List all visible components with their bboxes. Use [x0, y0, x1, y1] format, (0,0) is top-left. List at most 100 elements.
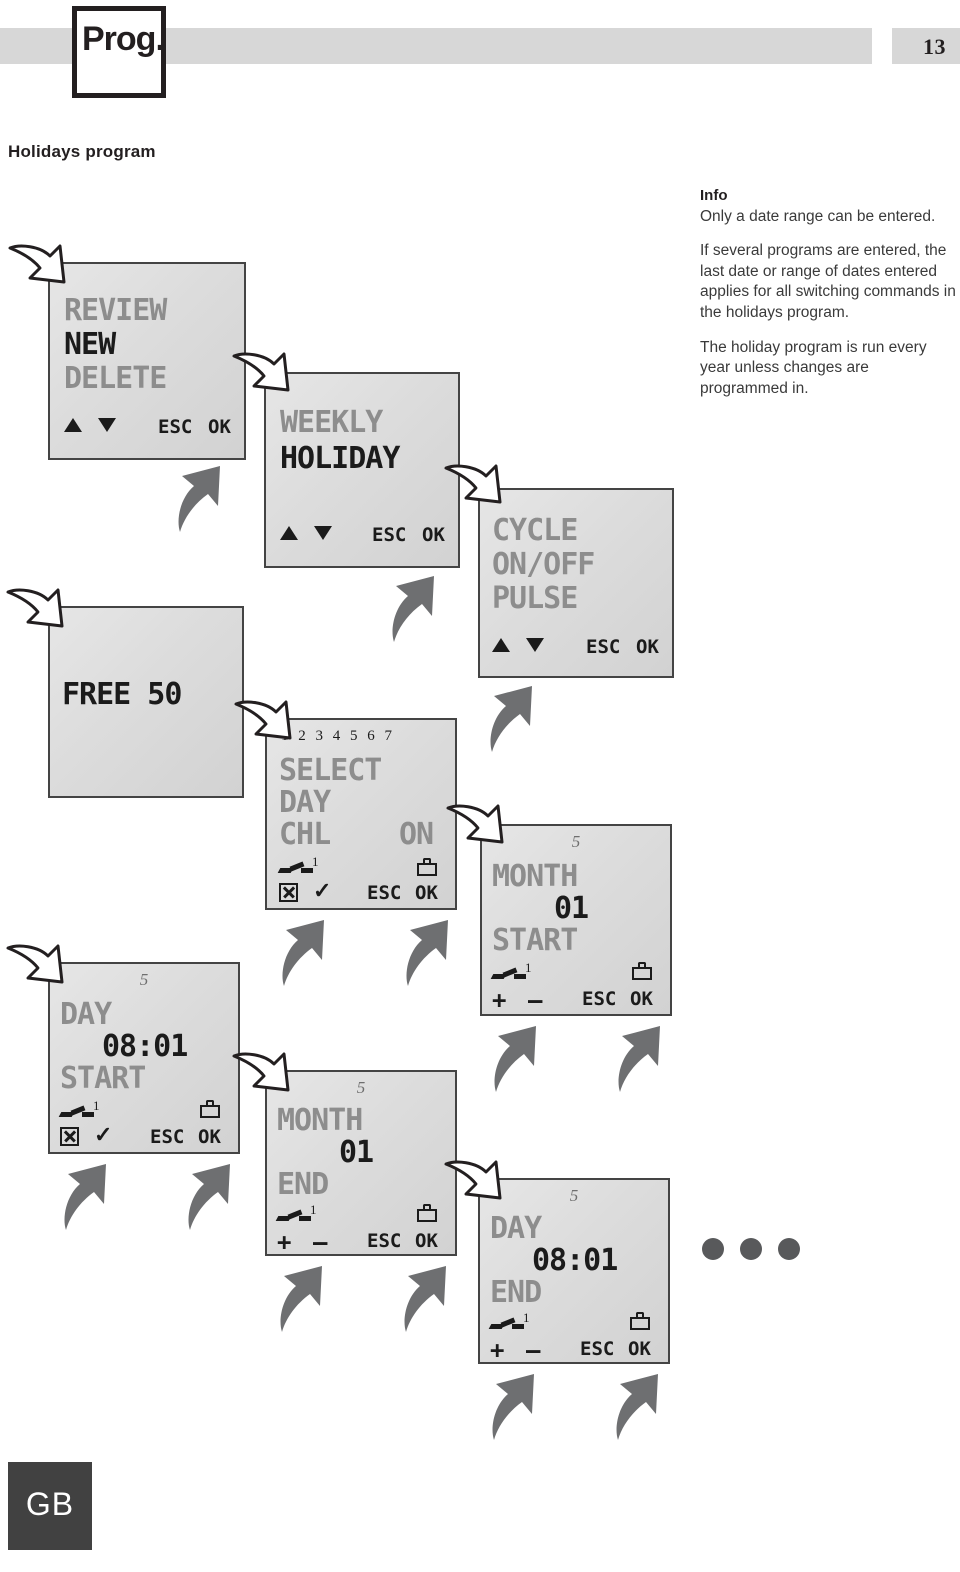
flow-arrow-free-memory-to-select-day	[232, 698, 304, 762]
end-label: END	[277, 1167, 329, 1202]
relay-channel-icon: 1	[490, 960, 532, 980]
day-time-value: 08:01	[102, 1029, 188, 1064]
press-arrow-day-start-confirm	[56, 1160, 120, 1232]
down-arrow-icon[interactable]	[98, 418, 116, 432]
lcd-screen-day-start[interactable]: 5 DAY 08:01 START 1 ✓ ESC OK	[48, 962, 240, 1154]
page-title: Holidays program	[8, 142, 156, 161]
month-value: 01	[339, 1135, 374, 1170]
ok-label[interactable]: OK	[630, 988, 653, 1010]
continuation-dots	[702, 1238, 802, 1262]
ok-label[interactable]: OK	[628, 1338, 651, 1360]
start-label: START	[492, 923, 578, 958]
ok-label[interactable]: OK	[422, 524, 445, 546]
menu-line-delete: DELETE	[64, 361, 167, 396]
press-arrow-switch-type-ok	[482, 682, 546, 754]
dot-3	[778, 1238, 800, 1260]
flow-arrow-month-end-to-day-end	[442, 1158, 514, 1222]
plus-button[interactable]: +	[492, 986, 506, 1014]
dot-2	[740, 1238, 762, 1260]
flow-arrow-day-start-to-month-end	[230, 1050, 302, 1114]
info-panel: Info Only a date range can be entered. I…	[700, 186, 958, 413]
ok-label[interactable]: OK	[198, 1126, 221, 1148]
day-time-value: 08:01	[532, 1243, 618, 1278]
esc-label[interactable]: ESC	[367, 1230, 401, 1252]
language-badge-label: GB	[25, 1486, 75, 1522]
up-arrow-icon[interactable]	[280, 526, 298, 540]
press-arrow-select-day-ok	[398, 916, 462, 988]
channel-state: ON	[399, 817, 434, 852]
prog-chapter-label: Prog.	[82, 20, 165, 58]
minus-button[interactable]: –	[528, 986, 542, 1014]
minus-button[interactable]: –	[526, 1336, 540, 1364]
esc-label[interactable]: ESC	[586, 636, 620, 658]
info-paragraph-2: If several programs are entered, the las…	[700, 242, 956, 322]
ok-label[interactable]: OK	[415, 1230, 438, 1252]
relay-channel-icon: 1	[488, 1310, 530, 1330]
press-arrow-day-start-ok	[180, 1160, 244, 1232]
menu-line-new: NEW	[64, 327, 116, 362]
up-arrow-icon[interactable]	[492, 638, 510, 652]
end-label: END	[490, 1275, 542, 1310]
relay-channel-number: 1	[310, 1202, 317, 1217]
briefcase-icon	[417, 1204, 437, 1222]
info-heading: Info	[700, 187, 728, 204]
relay-channel-number: 1	[525, 960, 532, 975]
month-label: MONTH	[492, 859, 578, 894]
briefcase-icon	[632, 962, 652, 980]
flow-arrow-menu-to-program-type	[230, 350, 302, 414]
info-text-1: Only a date range can be entered.	[700, 207, 936, 225]
switch-type-pulse: PULSE	[492, 581, 578, 616]
month-value: 01	[554, 891, 589, 926]
ok-label[interactable]: OK	[415, 882, 438, 904]
press-arrow-day-end-ok	[608, 1370, 672, 1442]
press-arrow-day-end-plus	[484, 1370, 548, 1442]
briefcase-icon	[417, 858, 437, 876]
program-type-holiday: HOLIDAY	[280, 441, 400, 476]
press-arrow-select-day-confirm	[274, 916, 338, 988]
minus-button[interactable]: –	[313, 1228, 327, 1256]
esc-label[interactable]: ESC	[158, 416, 192, 438]
relay-channel-icon: 1	[275, 1202, 317, 1222]
boxed-x-icon[interactable]	[60, 1127, 79, 1146]
channel-label: CHL	[279, 817, 331, 852]
day-label: DAY	[279, 785, 331, 820]
menu-line-review: REVIEW	[64, 293, 167, 328]
boxed-x-icon[interactable]	[279, 883, 298, 902]
esc-label[interactable]: ESC	[582, 988, 616, 1010]
press-arrow-month-end-ok	[396, 1262, 460, 1334]
down-arrow-icon[interactable]	[314, 526, 332, 540]
tick-icon[interactable]: ✓	[94, 1124, 112, 1146]
page-number-box: 13	[892, 28, 960, 64]
briefcase-icon	[200, 1100, 220, 1118]
up-arrow-icon[interactable]	[64, 418, 82, 432]
page-number: 13	[923, 34, 946, 59]
ok-label[interactable]: OK	[636, 636, 659, 658]
switch-type-onoff: ON/OFF	[492, 547, 595, 582]
relay-channel-icon: 1	[58, 1098, 100, 1118]
relay-channel-number: 1	[312, 854, 319, 869]
start-label: START	[60, 1061, 146, 1096]
lcd-screen-free-memory[interactable]: FREE 50	[48, 606, 244, 798]
briefcase-icon	[630, 1312, 650, 1330]
esc-label[interactable]: ESC	[580, 1338, 614, 1360]
tick-icon[interactable]: ✓	[313, 880, 331, 902]
plus-button[interactable]: +	[277, 1228, 291, 1256]
plus-button[interactable]: +	[490, 1336, 504, 1364]
down-arrow-icon[interactable]	[526, 638, 544, 652]
relay-channel-number: 1	[93, 1098, 100, 1113]
relay-channel-icon: 1	[277, 854, 319, 874]
step-indicator: 5	[139, 970, 149, 989]
flow-arrow-into-menu	[6, 242, 78, 306]
press-arrow-month-end-plus	[272, 1262, 336, 1334]
esc-label[interactable]: ESC	[372, 524, 406, 546]
esc-label[interactable]: ESC	[150, 1126, 184, 1148]
press-arrow-program-type-ok	[384, 572, 448, 644]
esc-label[interactable]: ESC	[367, 882, 401, 904]
press-arrow-month-start-ok	[610, 1022, 674, 1094]
language-badge: GB	[8, 1462, 92, 1550]
info-paragraph-3: The holiday program is run every year un…	[700, 338, 927, 397]
free-memory-value: FREE 50	[62, 677, 182, 712]
relay-channel-number: 1	[523, 1310, 530, 1325]
flow-arrow-into-day-start	[4, 942, 76, 1006]
ok-label[interactable]: OK	[208, 416, 231, 438]
